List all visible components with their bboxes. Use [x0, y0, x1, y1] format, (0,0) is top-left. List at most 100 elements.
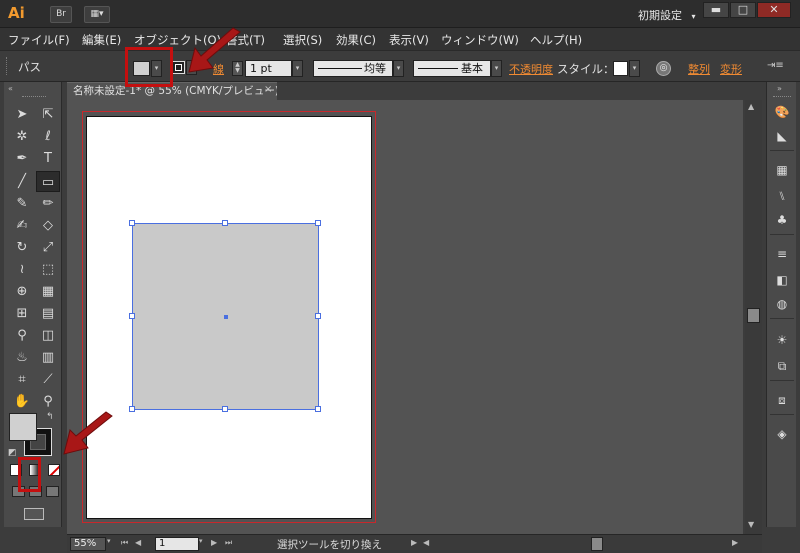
first-artboard-icon[interactable]: ⏮	[121, 538, 128, 548]
none-mode-icon[interactable]	[48, 464, 60, 476]
menu-help[interactable]: ヘルプ(H)	[530, 32, 582, 48]
graphic-styles-panel-icon[interactable]: ⧉	[773, 358, 791, 374]
graphic-style-swatch[interactable]	[613, 61, 628, 76]
pencil-tool-icon[interactable]: ✏	[36, 193, 60, 214]
rotate-tool-icon[interactable]: ↻	[10, 237, 34, 258]
eraser-tool-icon[interactable]: ◇	[36, 215, 60, 236]
stroke-weight-dropdown[interactable]: ▾	[292, 60, 303, 77]
color-guide-panel-icon[interactable]: ◣	[773, 128, 791, 144]
blob-brush-tool-icon[interactable]: ✍	[10, 215, 34, 236]
rectangle-tool-icon[interactable]: ▭	[36, 171, 60, 192]
column-graph-tool-icon[interactable]: ▥	[36, 347, 60, 368]
horizontal-scrollbar-thumb[interactable]	[591, 537, 603, 551]
artboard-number-field[interactable]: 1	[155, 537, 199, 551]
stroke-panel-icon[interactable]: ≡	[773, 246, 791, 262]
selection-tool-icon[interactable]: ➤	[10, 104, 34, 125]
symbols-panel-icon[interactable]: ♣	[773, 212, 791, 228]
screen-mode-icon[interactable]	[24, 508, 44, 520]
opacity-link[interactable]: 不透明度	[509, 61, 553, 77]
previous-artboard-icon[interactable]: ◀	[135, 538, 141, 547]
blend-tool-icon[interactable]: ◫	[36, 325, 60, 346]
magic-wand-tool-icon[interactable]: ✲	[10, 126, 34, 147]
restore-button[interactable]: □	[730, 2, 756, 18]
perspective-grid-tool-icon[interactable]: ▦	[36, 281, 60, 302]
collapse-panel-icon[interactable]: «	[8, 84, 13, 93]
menu-edit[interactable]: 編集(E)	[82, 32, 121, 48]
bridge-button[interactable]: Br	[50, 6, 72, 23]
menu-view[interactable]: 表示(V)	[389, 32, 429, 48]
selected-rectangle[interactable]	[129, 220, 321, 412]
scroll-left-icon[interactable]: ◀	[423, 538, 429, 547]
artboards-panel-icon[interactable]: ⧈	[773, 392, 791, 408]
stroke-weight-field[interactable]: 1 pt	[245, 60, 292, 77]
slice-tool-icon[interactable]: ⟋	[36, 369, 60, 390]
last-artboard-icon[interactable]: ⏭	[225, 538, 232, 548]
brushes-panel-icon[interactable]: ⑊	[773, 188, 791, 204]
bounding-box-handle[interactable]	[315, 406, 321, 412]
panel-grip[interactable]	[773, 96, 791, 99]
layers-panel-icon[interactable]: ◈	[773, 426, 791, 442]
scroll-right-icon[interactable]: ▶	[732, 538, 738, 547]
transparency-panel-icon[interactable]: ◍	[773, 296, 791, 312]
menu-file[interactable]: ファイル(F)	[8, 32, 70, 48]
expand-panels-icon[interactable]: »	[777, 84, 782, 93]
artboard-dropdown-icon[interactable]: ▾	[199, 537, 203, 545]
bounding-box-handle[interactable]	[129, 406, 135, 412]
bounding-box-handle[interactable]	[129, 220, 135, 226]
bounding-box-handle[interactable]	[315, 313, 321, 319]
direct-selection-tool-icon[interactable]: ⇱	[36, 104, 60, 125]
width-tool-icon[interactable]: ≀	[10, 259, 34, 280]
panel-menu-icon[interactable]: ⇥≡	[767, 60, 784, 75]
default-fill-stroke-icon[interactable]: ◩	[8, 448, 17, 458]
zoom-dropdown-icon[interactable]: ▾	[107, 537, 111, 545]
appearance-panel-icon[interactable]: ☀	[773, 332, 791, 348]
lasso-tool-icon[interactable]: ℓ	[36, 126, 60, 147]
eyedropper-tool-icon[interactable]: ⚲	[10, 325, 34, 346]
shape-builder-tool-icon[interactable]: ⊕	[10, 281, 34, 302]
color-panel-icon[interactable]: 🎨	[773, 104, 791, 120]
scroll-down-icon[interactable]: ▼	[748, 520, 754, 529]
fill-color-box[interactable]	[9, 413, 37, 441]
arrange-documents-button[interactable]: ▦▾	[84, 6, 110, 23]
swap-fill-stroke-icon[interactable]: ↰	[46, 412, 54, 422]
gradient-panel-icon[interactable]: ◧	[773, 272, 791, 288]
scrollbar-thumb[interactable]	[747, 308, 760, 323]
recolor-artwork-icon[interactable]: ◎	[656, 61, 671, 76]
vertical-scrollbar[interactable]: ▲ ▼	[745, 100, 762, 534]
free-transform-tool-icon[interactable]: ⬚	[36, 259, 60, 280]
brush-dropdown[interactable]: ▾	[491, 60, 502, 77]
artboard-tool-icon[interactable]: ⌗	[10, 369, 34, 390]
panel-grip[interactable]	[6, 57, 9, 75]
draw-inside-icon[interactable]	[46, 486, 59, 497]
symbol-sprayer-tool-icon[interactable]: ♨	[10, 347, 34, 368]
status-menu-icon[interactable]: ▶	[411, 538, 417, 547]
bounding-box-handle[interactable]	[129, 313, 135, 319]
mesh-tool-icon[interactable]: ⊞	[10, 303, 34, 324]
menu-select[interactable]: 選択(S)	[283, 32, 322, 48]
panel-grip[interactable]	[22, 96, 46, 99]
stroke-color-swatch[interactable]	[172, 61, 185, 74]
graphic-style-dropdown[interactable]: ▾	[629, 60, 640, 77]
pen-tool-icon[interactable]: ✒	[10, 148, 34, 169]
variable-width-profile-field[interactable]: 均等	[313, 60, 393, 77]
menu-effect[interactable]: 効果(C)	[336, 32, 376, 48]
bounding-box-handle[interactable]	[222, 220, 228, 226]
minimize-button[interactable]: ▬	[703, 2, 729, 18]
workspace-switcher[interactable]: 初期設定 ▾	[638, 7, 696, 23]
brush-definition-field[interactable]: 基本	[413, 60, 491, 77]
type-tool-icon[interactable]: T	[36, 148, 60, 169]
align-link[interactable]: 整列	[688, 61, 710, 77]
gradient-tool-icon[interactable]: ▤	[36, 303, 60, 324]
profile-dropdown[interactable]: ▾	[393, 60, 404, 77]
scale-tool-icon[interactable]: ⤢	[36, 237, 60, 258]
close-button[interactable]: ✕	[757, 2, 791, 18]
scroll-up-icon[interactable]: ▲	[748, 102, 754, 111]
close-tab-icon[interactable]: ×	[264, 84, 272, 95]
line-segment-tool-icon[interactable]: ╱	[10, 171, 34, 192]
hand-tool-icon[interactable]: ✋	[10, 391, 34, 412]
transform-link[interactable]: 変形	[720, 61, 742, 77]
zoom-field[interactable]: 55%	[70, 537, 106, 551]
bounding-box-handle[interactable]	[222, 406, 228, 412]
menu-window[interactable]: ウィンドウ(W)	[441, 32, 519, 48]
paintbrush-tool-icon[interactable]: ✎	[10, 193, 34, 214]
